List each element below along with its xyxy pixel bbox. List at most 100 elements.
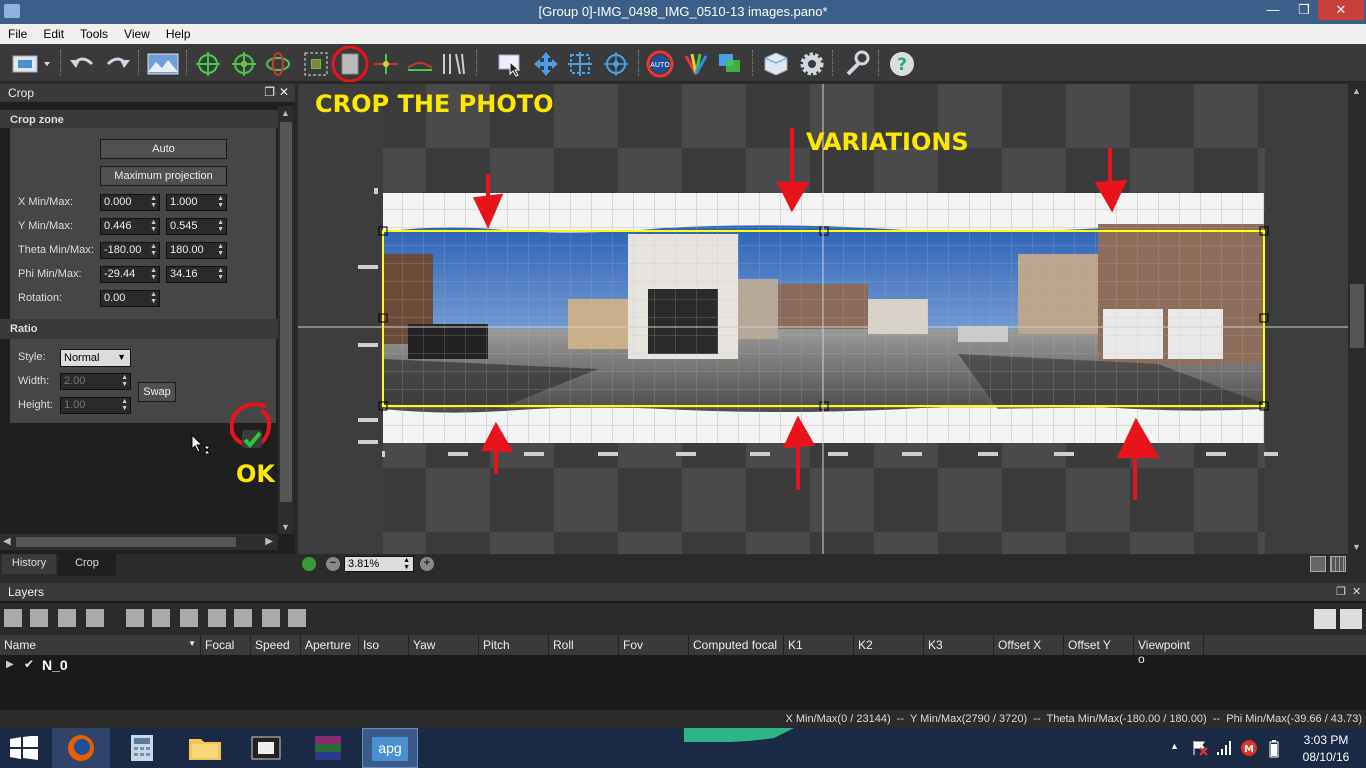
menu-edit[interactable]: Edit bbox=[35, 24, 72, 41]
close-button[interactable]: ✕ bbox=[1318, 0, 1364, 20]
export-icon[interactable] bbox=[762, 50, 790, 78]
redo-icon[interactable] bbox=[104, 50, 132, 78]
canvas-vscrollbar[interactable]: ▲ ▼ bbox=[1348, 84, 1366, 554]
undo-icon[interactable] bbox=[68, 50, 96, 78]
col-name[interactable]: Name ▼ bbox=[0, 635, 201, 655]
panel-vscroll-thumb[interactable] bbox=[280, 122, 292, 502]
remove-group-icon[interactable] bbox=[152, 609, 170, 627]
wrench-icon[interactable] bbox=[842, 50, 870, 78]
split-icon[interactable] bbox=[372, 50, 400, 78]
blend-icon[interactable] bbox=[716, 50, 744, 78]
color-fan-icon[interactable] bbox=[682, 50, 710, 78]
zoom-input[interactable]: 3.81% ▲ ▼ bbox=[344, 556, 414, 572]
col-aperture[interactable]: Aperture bbox=[301, 635, 359, 655]
mask-icon[interactable] bbox=[302, 50, 330, 78]
horizon-icon[interactable] bbox=[406, 50, 434, 78]
canvas-vscroll-thumb[interactable] bbox=[1350, 284, 1364, 348]
theta-min-input[interactable]: -180.00 ▲ ▼ bbox=[100, 242, 160, 259]
tab-history[interactable]: History bbox=[2, 554, 56, 574]
theta-max-input[interactable]: 180.00 ▲ ▼ bbox=[166, 242, 227, 259]
auto-button[interactable]: Auto bbox=[100, 139, 227, 159]
col-speed[interactable]: Speed bbox=[251, 635, 301, 655]
group-s-icon[interactable] bbox=[288, 609, 306, 627]
panorama-icon[interactable] bbox=[146, 50, 180, 78]
layout-single-icon[interactable] bbox=[1310, 556, 1326, 572]
col-offset-y[interactable]: Offset Y bbox=[1064, 635, 1134, 655]
col-yaw[interactable]: Yaw bbox=[409, 635, 479, 655]
action-center-flag-icon[interactable] bbox=[1192, 740, 1208, 756]
x-max-input[interactable]: 1.000 ▲ ▼ bbox=[166, 194, 227, 211]
calculator-icon[interactable] bbox=[128, 734, 156, 762]
panel-vscrollbar[interactable]: ▲ ▼ bbox=[278, 106, 294, 534]
scroll-up-icon[interactable]: ▲ bbox=[281, 108, 290, 118]
windows-start-icon[interactable] bbox=[10, 736, 38, 760]
expand-icon[interactable] bbox=[1314, 609, 1336, 629]
transform-icon[interactable] bbox=[566, 50, 594, 78]
phi-min-input[interactable]: -29.44 ▲ ▼ bbox=[100, 266, 160, 283]
col-computed-focal[interactable]: Computed focal bbox=[689, 635, 784, 655]
edit-layer-icon[interactable] bbox=[58, 609, 76, 627]
x-min-input[interactable]: 0.000 ▲ ▼ bbox=[100, 194, 160, 211]
group-b-icon[interactable] bbox=[208, 609, 226, 627]
remove-layer-icon[interactable] bbox=[30, 609, 48, 627]
maximum-projection-button[interactable]: Maximum projection bbox=[100, 166, 227, 186]
close-icon[interactable]: ✕ bbox=[279, 85, 289, 99]
group-a-icon[interactable] bbox=[180, 609, 198, 627]
auto-color-icon[interactable]: AUTO bbox=[646, 50, 674, 78]
scroll-up-icon[interactable]: ▲ bbox=[1352, 86, 1361, 96]
select-icon[interactable] bbox=[496, 50, 524, 78]
clock-time[interactable]: 3:03 PM bbox=[1296, 733, 1356, 747]
panel-hscrollbar[interactable]: ◀ ▶ bbox=[0, 534, 278, 550]
restore-button[interactable]: ❐ bbox=[1289, 0, 1319, 20]
y-max-input[interactable]: 0.545 ▲ ▼ bbox=[166, 218, 227, 235]
col-iso[interactable]: Iso bbox=[359, 635, 409, 655]
antivirus-icon[interactable]: M bbox=[1240, 739, 1258, 757]
settings-icon[interactable] bbox=[798, 50, 826, 78]
battery-icon[interactable] bbox=[1268, 740, 1280, 758]
orbit-icon[interactable] bbox=[264, 50, 292, 78]
add-group-icon[interactable] bbox=[126, 609, 144, 627]
layout-icon[interactable] bbox=[10, 50, 54, 78]
y-min-input[interactable]: 0.446 ▲ ▼ bbox=[100, 218, 160, 235]
col-k3[interactable]: K3 bbox=[924, 635, 994, 655]
group-t-icon[interactable] bbox=[262, 609, 280, 627]
col-pitch[interactable]: Pitch bbox=[479, 635, 549, 655]
col-fov[interactable]: Fov bbox=[619, 635, 689, 655]
col-viewpoint[interactable]: Viewpoint o bbox=[1134, 635, 1204, 666]
rotation-input[interactable]: 0.00 ▲ ▼ bbox=[100, 290, 160, 307]
table-row[interactable]: ▶ ✔ N_0 bbox=[0, 655, 1366, 675]
menu-help[interactable]: Help bbox=[158, 24, 199, 41]
col-k1[interactable]: K1 bbox=[784, 635, 854, 655]
close-icon[interactable]: ✕ bbox=[1352, 585, 1361, 598]
add-layer-icon[interactable] bbox=[4, 609, 22, 627]
col-roll[interactable]: Roll bbox=[549, 635, 619, 655]
control-points-icon[interactable] bbox=[194, 50, 222, 78]
layer-settings-icon[interactable] bbox=[86, 609, 104, 627]
preview-canvas[interactable]: CROP THE PHOTO VARIATIONS bbox=[298, 84, 1348, 554]
show-hidden-icons-icon[interactable]: ▲ bbox=[1170, 741, 1179, 751]
style-select[interactable]: Normal ▼ bbox=[60, 349, 131, 367]
menu-view[interactable]: View bbox=[116, 24, 158, 41]
swap-button[interactable]: Swap bbox=[138, 382, 176, 402]
firefox-taskbar-button[interactable] bbox=[52, 728, 110, 768]
panel-hscroll-thumb[interactable] bbox=[16, 537, 236, 547]
move-icon[interactable] bbox=[532, 50, 560, 78]
apg-taskbar-button[interactable]: apg bbox=[362, 728, 418, 768]
target-icon[interactable] bbox=[230, 50, 258, 78]
winrar-icon[interactable] bbox=[312, 734, 344, 762]
lines-icon[interactable] bbox=[440, 50, 468, 78]
menu-tools[interactable]: Tools bbox=[72, 24, 116, 41]
zoom-out-icon[interactable]: − bbox=[326, 557, 340, 571]
center-icon[interactable] bbox=[602, 50, 630, 78]
list-icon[interactable] bbox=[1340, 609, 1362, 629]
float-icon[interactable]: ❐ bbox=[264, 85, 275, 99]
width-input[interactable]: 2.00 ▲ ▼ bbox=[60, 373, 131, 390]
file-explorer-icon[interactable] bbox=[188, 734, 222, 762]
minimize-button[interactable]: — bbox=[1258, 0, 1288, 20]
col-offset-x[interactable]: Offset X bbox=[994, 635, 1064, 655]
menu-file[interactable]: File bbox=[0, 24, 35, 41]
ok-check-icon[interactable] bbox=[230, 400, 274, 464]
scroll-left-icon[interactable]: ◀ bbox=[3, 536, 11, 547]
expand-arrow-icon[interactable]: ▶ bbox=[6, 659, 14, 670]
video-editor-icon[interactable] bbox=[250, 734, 282, 762]
